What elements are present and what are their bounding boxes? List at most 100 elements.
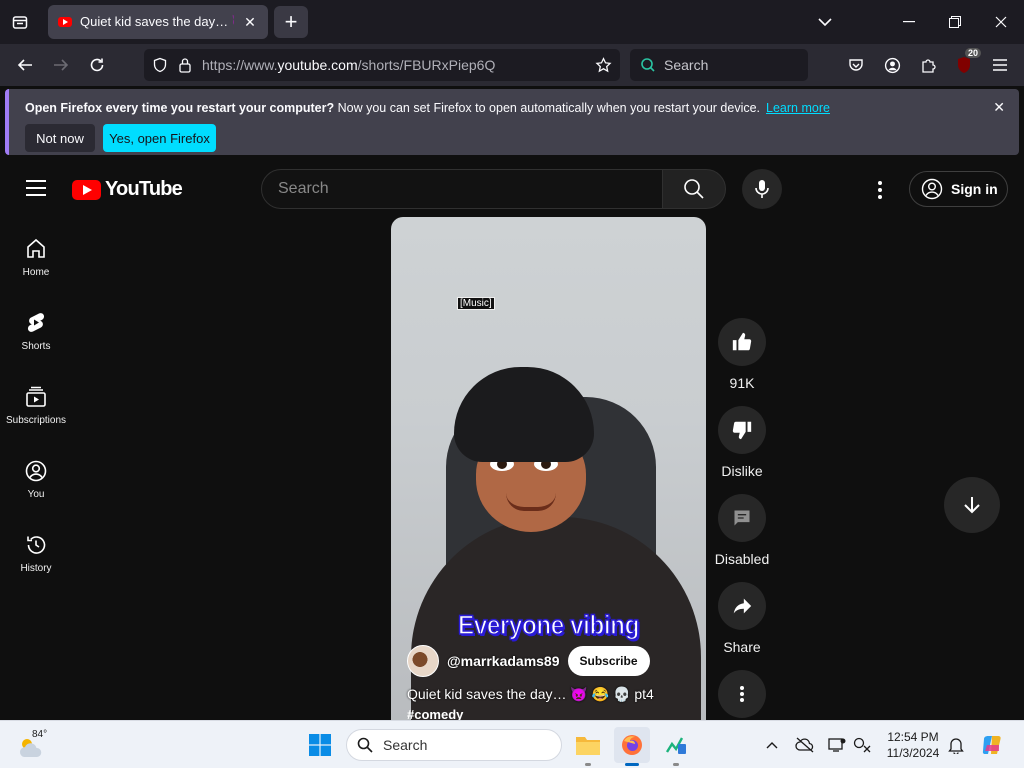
search-engine-icon [641, 58, 655, 72]
more-action [709, 670, 775, 718]
default-browser-notification: Open Firefox every time you restart your… [5, 89, 1019, 155]
browser-nav-bar: https://www.youtube.com/shorts/FBURxPiep… [0, 44, 1024, 86]
menu-hamburger-icon[interactable] [989, 54, 1011, 76]
network-icon[interactable] [852, 735, 872, 755]
sidebar-item-home[interactable]: Home [0, 227, 72, 297]
arrow-down-icon [964, 497, 980, 514]
shorts-video-player[interactable]: [Music] Everyone vibing @marrkadams89 Su… [391, 217, 706, 721]
ublock-extension-icon[interactable]: 20 [953, 48, 981, 76]
subscriptions-icon [26, 386, 46, 407]
new-tab-button[interactable]: + [274, 6, 308, 38]
extensions-puzzle-icon[interactable] [917, 54, 939, 76]
firefox-icon [622, 735, 642, 755]
lock-icon[interactable] [178, 57, 192, 73]
more-options-button[interactable] [718, 670, 766, 718]
reload-icon[interactable] [84, 52, 110, 78]
onedrive-offline-icon[interactable] [795, 735, 815, 755]
like-action: 91K [709, 318, 775, 391]
clock-date: 11/3/2024 [886, 746, 940, 760]
youtube-favicon-icon [58, 17, 72, 27]
comments-button[interactable] [718, 494, 766, 542]
maximize-button[interactable] [940, 8, 970, 36]
notification-bell-icon[interactable] [946, 735, 966, 755]
browser-tab-active[interactable]: Quiet kid saves the day… 👿 😂 ✕ [48, 5, 268, 39]
youtube-logo-text: YouTube [105, 178, 183, 200]
extension-badge: 20 [964, 48, 981, 58]
sidebar-item-subscriptions[interactable]: Subscriptions [0, 375, 72, 445]
sidebar-label-shorts: Shorts [21, 341, 51, 352]
channel-handle[interactable]: @marrkadams89 [447, 653, 560, 669]
account-icon[interactable] [881, 54, 903, 76]
folder-icon [576, 737, 600, 755]
voice-search-button[interactable] [742, 169, 782, 209]
url-bar[interactable]: https://www.youtube.com/shorts/FBURxPiep… [144, 49, 620, 81]
browser-tab-strip: Quiet kid saves the day… 👿 😂 ✕ + [0, 0, 1024, 44]
settings-more-icon[interactable] [870, 178, 890, 202]
browser-search-bar[interactable]: Search [630, 49, 808, 81]
taskbar-file-explorer[interactable] [570, 727, 606, 766]
not-now-button[interactable]: Not now [25, 124, 95, 152]
minimize-button[interactable] [894, 8, 924, 36]
channel-avatar[interactable] [407, 645, 439, 677]
yes-open-firefox-button[interactable]: Yes, open Firefox [103, 124, 216, 152]
video-title: Quiet kid saves the day… 👿 😂 💀 pt4 [407, 686, 654, 702]
sidebar-item-history[interactable]: History [0, 523, 72, 593]
home-icon [27, 238, 45, 258]
sidebar-item-shorts[interactable]: Shorts [0, 301, 72, 371]
tab-close-icon[interactable]: ✕ [242, 14, 258, 31]
notification-message: Open Firefox every time you restart your… [25, 101, 830, 115]
learn-more-link[interactable]: Learn more [766, 101, 830, 115]
taskbar-search-box[interactable]: Search [346, 729, 562, 761]
weather-widget[interactable]: 84° [14, 727, 54, 763]
taskbar-firefox[interactable] [614, 727, 650, 766]
forward-arrow-icon[interactable] [48, 52, 74, 78]
tracking-protection-shield-icon[interactable] [152, 57, 168, 73]
like-button[interactable] [718, 318, 766, 366]
video-overlay-text: Everyone vibing [457, 609, 640, 641]
search-icon [357, 737, 373, 753]
firefox-view-icon[interactable] [8, 10, 32, 34]
copilot-icon[interactable] [974, 727, 1010, 763]
youtube-search-placeholder: Search [278, 180, 329, 197]
taskbar-app-chart[interactable] [658, 727, 694, 766]
back-arrow-icon[interactable] [12, 52, 38, 78]
system-clock[interactable]: 12:54 PM 11/3/2024 [882, 729, 944, 761]
dislike-button[interactable] [718, 406, 766, 454]
pocket-icon[interactable] [845, 54, 867, 76]
youtube-logo[interactable]: YouTube [72, 178, 183, 201]
display-icon[interactable] [827, 735, 847, 755]
next-video-button[interactable] [944, 477, 1000, 533]
subscribe-button[interactable]: Subscribe [567, 646, 650, 676]
you-icon [25, 460, 47, 482]
sidebar-item-you[interactable]: You [0, 449, 72, 519]
clock-time: 12:54 PM [887, 730, 939, 744]
screen: Quiet kid saves the day… 👿 😂 ✕ + [0, 0, 1024, 768]
bookmark-star-icon[interactable] [595, 56, 612, 74]
sign-in-button[interactable]: Sign in [909, 171, 1008, 207]
youtube-search-input[interactable]: Search [261, 169, 663, 209]
stock-chart-app-icon [665, 737, 686, 754]
sidebar-label-history: History [20, 563, 52, 574]
show-hidden-icons-chevron-icon[interactable] [762, 735, 782, 755]
share-button[interactable] [718, 582, 766, 630]
video-beanie [454, 367, 594, 462]
tab-title: Quiet kid saves the day… 👿 😂 [80, 14, 234, 29]
sidebar-label-home: Home [22, 267, 50, 278]
share-action: Share [709, 582, 775, 655]
weather-temperature: 84° [32, 729, 48, 740]
list-all-tabs-icon[interactable] [810, 8, 840, 36]
guide-menu-icon[interactable] [26, 180, 46, 196]
video-hashtag[interactable]: #comedy [407, 707, 463, 721]
youtube-search-button[interactable] [662, 169, 726, 209]
notification-close-icon[interactable]: ✕ [993, 99, 1005, 116]
start-button[interactable] [302, 727, 338, 763]
channel-row: @marrkadams89 Subscribe [407, 645, 650, 677]
url-text[interactable]: https://www.youtube.com/shorts/FBURxPiep… [202, 57, 585, 73]
thumbs-up-icon [732, 332, 752, 351]
comments-action: Disabled [709, 494, 775, 567]
close-window-button[interactable] [986, 8, 1016, 36]
search-icon [684, 179, 704, 199]
windows-taskbar: 84° Search 12:54 PM 11/3/2024 [0, 720, 1024, 768]
youtube-play-logo-icon [72, 179, 101, 200]
comments-label: Disabled [714, 551, 770, 567]
